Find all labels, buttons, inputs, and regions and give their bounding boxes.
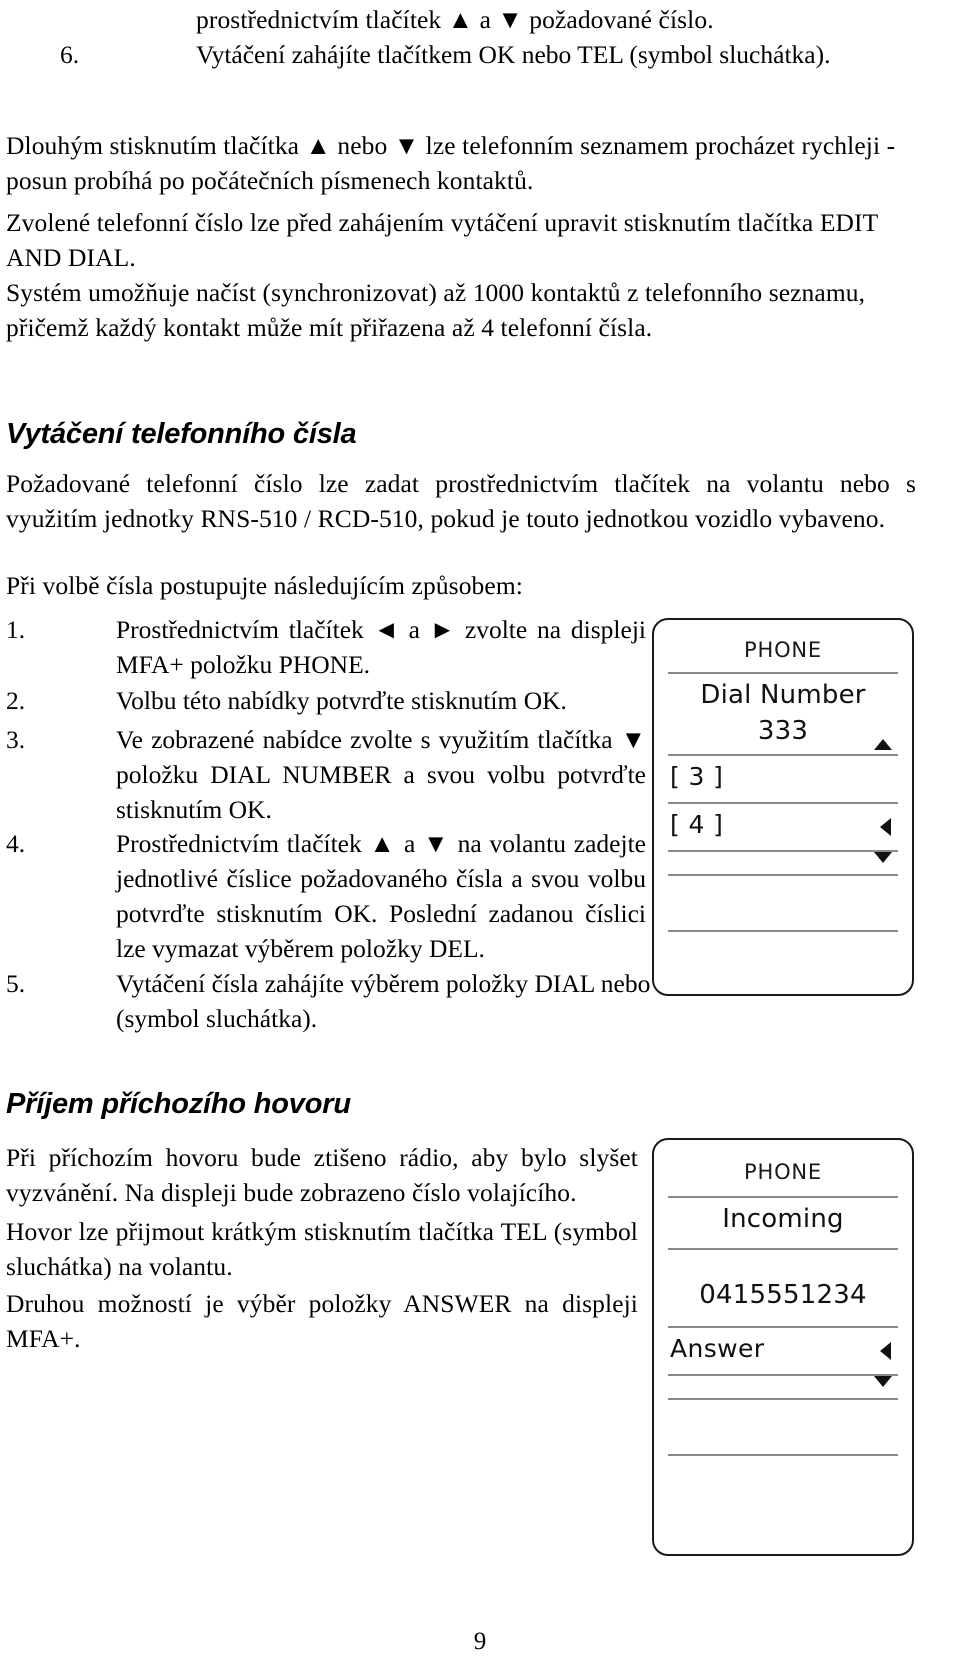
dial-step-1-number: 1. (6, 615, 26, 644)
left-triangle-icon (880, 818, 891, 836)
up-triangle-icon (874, 739, 892, 750)
dial-step-3-text: Ve zobrazené nabídce zvolte s využitím t… (116, 725, 646, 824)
mfa-display-dial-number: PHONE Dial Number 333 [ 3 ] [ 4 ] (652, 618, 914, 996)
dial-step-1-text: Prostřednictvím tlačítek ◄ a ► zvolte na… (116, 615, 646, 679)
dial-step-4-number: 4. (6, 829, 26, 858)
paragraph-incoming-2: Hovor lze přijmout krátkým stisknutím tl… (6, 1217, 638, 1281)
list-item-6: 6. Vytáčení zahájíte tlačítkem OK nebo T… (60, 37, 916, 72)
mfa-incoming-number: 0415551234 (699, 1280, 867, 1310)
continuation-line: prostřednictvím tlačítek ▲ a ▼ požadovan… (196, 5, 714, 34)
dial-step-5-number: 5. (6, 969, 26, 998)
mfa-incoming-rule-5 (668, 1398, 898, 1400)
paragraph-incoming-1: Při příchozím hovoru bude ztišeno rádio,… (6, 1143, 638, 1207)
mfa-dial-title: PHONE (744, 638, 822, 662)
mfa-incoming-rule-4 (668, 1374, 898, 1376)
document-page: prostřednictvím tlačítek ▲ a ▼ požadovan… (0, 0, 960, 1680)
left-triangle-icon (880, 1342, 891, 1360)
list-item-6-text: Vytáčení zahájíte tlačítkem OK nebo TEL … (196, 40, 831, 69)
mfa-dial-rule-4 (668, 850, 898, 852)
mfa-dial-rule-3 (668, 802, 898, 804)
paragraph-dial-lead-in: Při volbě čísla postupujte následujícím … (6, 571, 523, 600)
mfa-incoming-rule-6 (668, 1454, 898, 1456)
mfa-dial-rule-1 (668, 672, 898, 674)
heading-dial-number: Vytáčení telefonního čísla (6, 418, 357, 450)
dial-step-2-number: 2. (6, 686, 26, 715)
mfa-incoming-rule-2 (668, 1248, 898, 1250)
list-item-6-number: 6. (60, 40, 80, 69)
mfa-incoming-title: PHONE (744, 1160, 822, 1184)
mfa-incoming-rule-3 (668, 1326, 898, 1328)
mfa-dial-rule-2 (668, 754, 898, 756)
heading-incoming-call: Příjem příchozího hovoru (6, 1088, 351, 1120)
down-triangle-icon (874, 852, 892, 863)
page-number: 9 (473, 1628, 487, 1655)
mfa-display-incoming-call: PHONE Incoming 0415551234 Answer (652, 1138, 914, 1556)
paragraph-edit-and-dial: Zvolené telefonní číslo lze před zahájen… (6, 208, 878, 272)
dial-step-2-text: Volbu této nabídky potvrďte stisknutím O… (116, 686, 567, 715)
mfa-dial-rule-5 (668, 874, 898, 876)
paragraph-sync-contacts: Systém umožňuje načíst (synchronizovat) … (6, 278, 866, 342)
paragraph-long-press: Dlouhým stisknutím tlačítka ▲ nebo ▼ lze… (6, 131, 896, 195)
mfa-dial-row-3: [ 3 ] (670, 762, 724, 791)
mfa-dial-menu-label: Dial Number (700, 680, 866, 710)
mfa-dial-row-4: [ 4 ] (670, 810, 724, 839)
dial-step-3-number: 3. (6, 725, 26, 754)
paragraph-incoming-3: Druhou možností je výběr položky ANSWER … (6, 1289, 638, 1353)
dial-step-4-text: Prostřednictvím tlačítek ▲ a ▼ na volant… (116, 829, 646, 963)
mfa-incoming-rule-1 (668, 1196, 898, 1198)
down-triangle-icon (874, 1376, 892, 1387)
mfa-incoming-state: Incoming (722, 1204, 844, 1234)
mfa-incoming-row-answer: Answer (670, 1334, 765, 1363)
paragraph-dial-intro: Požadované telefonní číslo lze zadat pro… (6, 469, 916, 533)
mfa-dial-rule-6 (668, 930, 898, 932)
